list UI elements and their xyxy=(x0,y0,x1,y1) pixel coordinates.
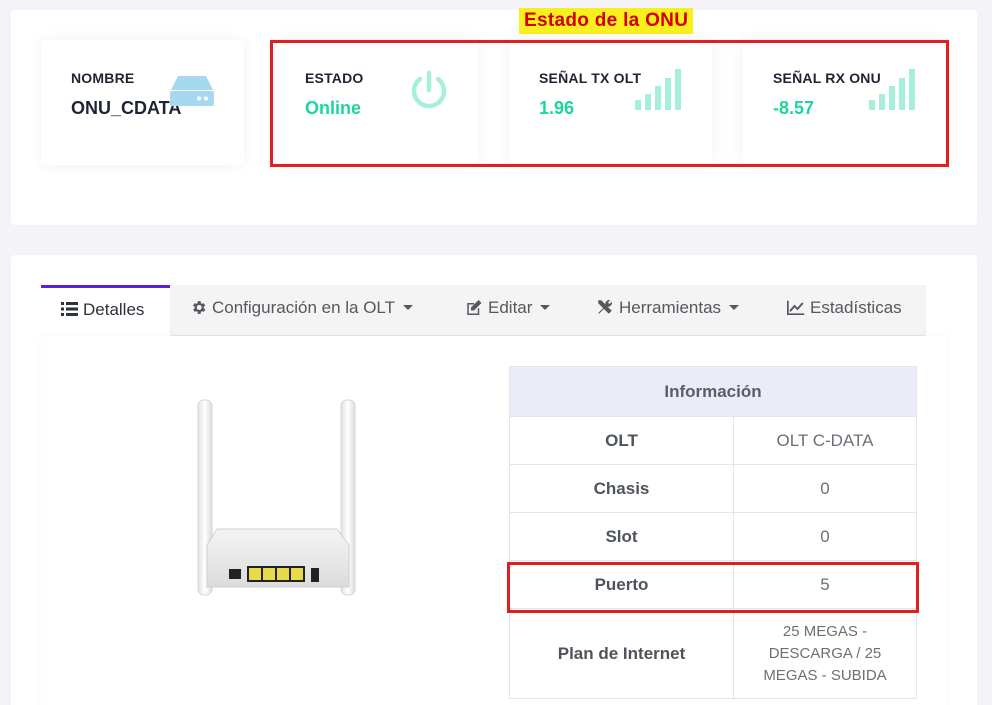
tab-detalles[interactable]: Detalles xyxy=(41,285,170,336)
info-table-header: Información xyxy=(509,366,917,417)
edit-icon xyxy=(467,299,482,315)
row-value-slot: 0 xyxy=(733,512,917,561)
table-row: Slot 0 xyxy=(509,512,917,561)
tab-estadisticas-label: Estadísticas xyxy=(810,298,902,317)
chart-icon xyxy=(787,300,805,315)
tab-editar-label: Editar xyxy=(488,298,533,317)
port-annotation-box xyxy=(507,562,919,613)
gear-icon xyxy=(193,300,206,314)
chevron-down-icon xyxy=(729,304,740,310)
tab-detalles-label: Detalles xyxy=(83,300,145,319)
router-image xyxy=(197,399,356,596)
row-value-olt: OLT C-DATA xyxy=(733,416,917,465)
tab-configuracion-olt[interactable]: Configuración en la OLT xyxy=(190,285,414,335)
tab-herramientas-label: Herramientas xyxy=(619,298,722,317)
name-card: NOMBRE ONU_CDATA xyxy=(41,40,244,165)
tools-icon xyxy=(598,300,612,314)
name-label: NOMBRE xyxy=(71,70,135,86)
row-key-plan: Plan de Internet xyxy=(509,608,734,699)
onu-name: ONU_CDATA xyxy=(71,98,182,118)
chevron-down-icon xyxy=(403,304,414,310)
status-annotation-label: Estado de la ONU xyxy=(519,8,694,34)
tab-herramientas[interactable]: Herramientas xyxy=(596,285,740,335)
status-annotation-box xyxy=(270,40,949,167)
chevron-down-icon xyxy=(540,304,551,310)
tab-editar[interactable]: Editar xyxy=(465,285,551,335)
row-key-chasis: Chasis xyxy=(509,464,734,513)
table-row: Plan de Internet 25 MEGAS - DESCARGA / 2… xyxy=(509,608,917,699)
table-row: Chasis 0 xyxy=(509,464,917,513)
row-value-chasis: 0 xyxy=(733,464,917,513)
server-icon xyxy=(170,76,214,106)
row-key-slot: Slot xyxy=(509,512,734,561)
table-row: OLT OLT C-DATA xyxy=(509,416,917,465)
tab-bar: Detalles Configuración en la OLT Editar … xyxy=(41,285,926,336)
row-value-plan: 25 MEGAS - DESCARGA / 25 MEGAS - SUBIDA xyxy=(733,608,917,699)
info-table: Información OLT OLT C-DATA Chasis 0 Slot… xyxy=(509,366,917,699)
list-icon xyxy=(61,302,78,317)
row-key-olt: OLT xyxy=(509,416,734,465)
tab-estadisticas[interactable]: Estadísticas xyxy=(787,285,902,335)
tab-configuracion-label: Configuración en la OLT xyxy=(212,298,396,317)
